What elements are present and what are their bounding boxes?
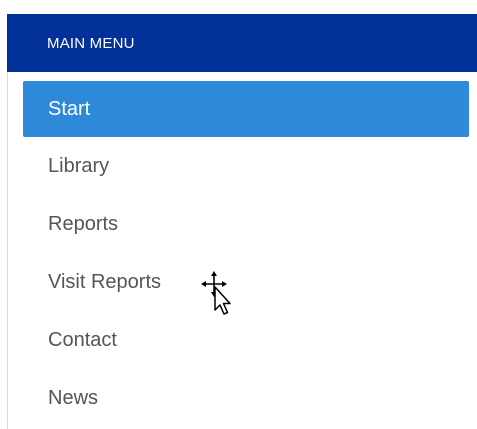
menu-item-label: Contact — [48, 328, 117, 351]
main-menu-title: MAIN MENU — [47, 34, 135, 52]
menu-item-label: Reports — [48, 212, 119, 235]
main-menu-header: MAIN MENU — [7, 14, 477, 72]
page: MAIN MENU Start Library Reports Visit Re… — [0, 0, 477, 429]
menu-item-label: News — [48, 386, 99, 409]
menu-item-news[interactable]: News — [8, 369, 477, 427]
move-pointer-cursor-icon — [201, 271, 231, 315]
menu-item-start[interactable]: Start — [23, 81, 469, 137]
menu-item-reports[interactable]: Reports — [8, 195, 477, 253]
menu-item-visit-reports[interactable]: Visit Reports — [8, 253, 477, 311]
menu-item-contact[interactable]: Contact — [8, 311, 477, 369]
top-spacer — [7, 0, 477, 14]
menu-item-label: Visit Reports — [48, 270, 162, 293]
menu-item-label: Library — [48, 154, 110, 177]
menu-item-label: Start — [48, 97, 91, 120]
menu-item-library[interactable]: Library — [8, 137, 477, 195]
main-menu-list: Start Library Reports Visit Reports Cont… — [8, 72, 477, 427]
